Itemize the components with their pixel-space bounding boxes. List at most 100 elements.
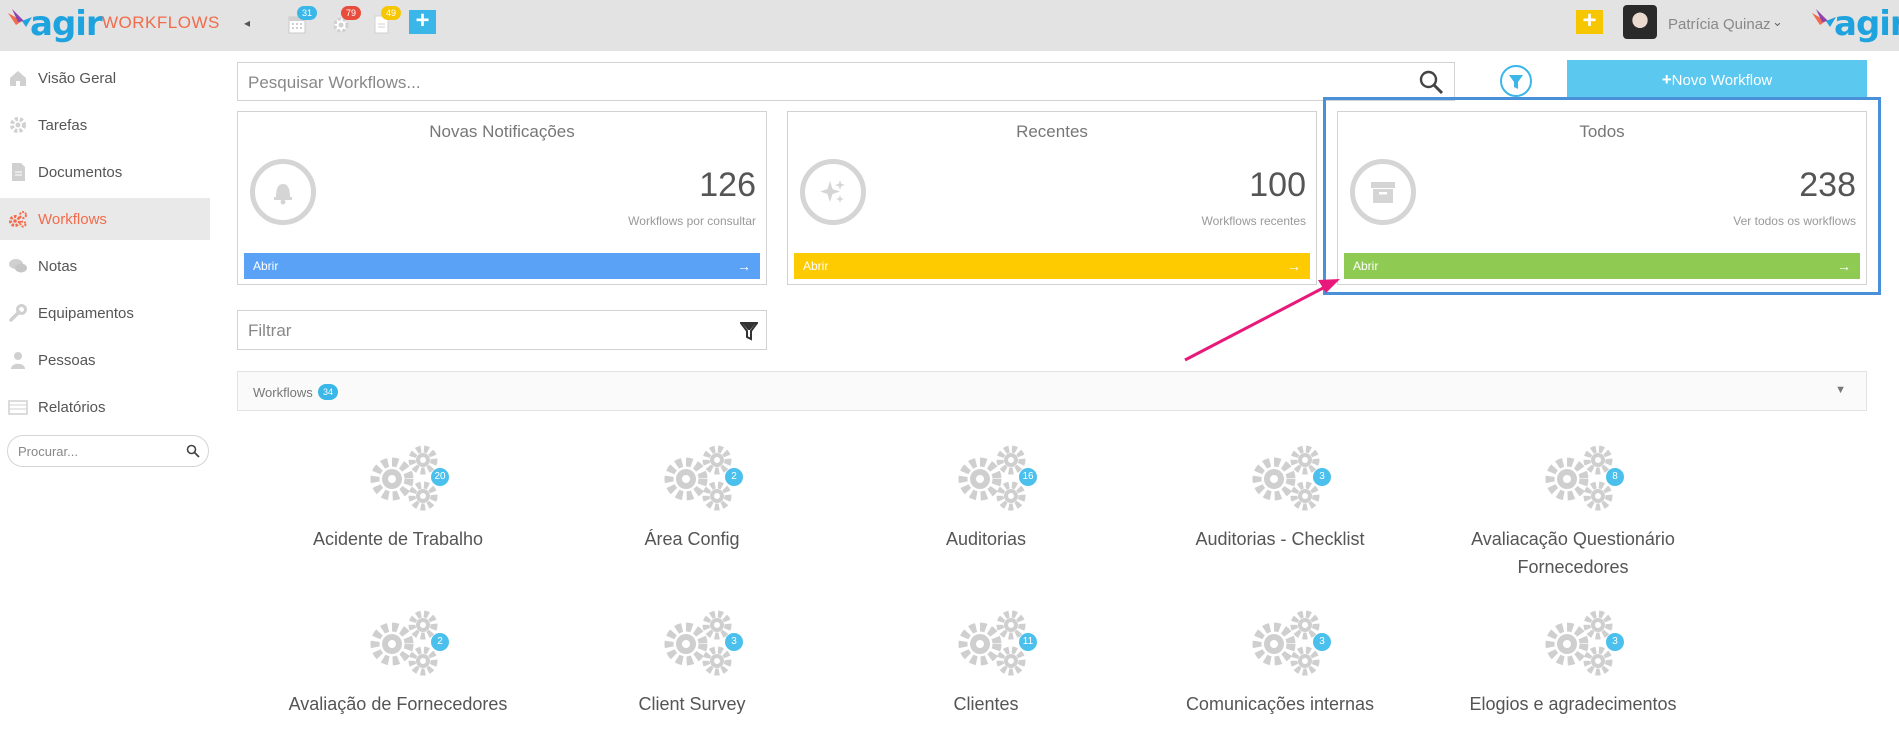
gear-icon [7, 114, 29, 136]
sidebar-item-visao-geral[interactable]: Visão Geral [0, 57, 210, 99]
agir-logo[interactable]: agir [6, 3, 103, 45]
plus-icon: + [1661, 70, 1672, 89]
workflow-name: Acidente de Trabalho [312, 529, 484, 549]
workflow-search [237, 62, 1455, 101]
workflow-name: Área Config [644, 529, 740, 549]
card-open-button[interactable]: Abrir → [1344, 253, 1860, 279]
funnel-icon [1509, 75, 1523, 89]
card-title: Novas Notificações [429, 122, 575, 141]
workflow-name: Avaliacação Questionário Fornecedores [1471, 529, 1675, 577]
workflow-count-badge: 3 [725, 633, 743, 651]
sidebar-item-notas[interactable]: Notas [0, 245, 210, 287]
sidebar: Visão Geral Tarefas Documentos Workflows… [0, 51, 210, 751]
quick-add-button[interactable]: + [409, 7, 436, 34]
bird-logo-icon [1810, 7, 1838, 41]
workflow-count-badge: 3 [1313, 468, 1331, 486]
arrow-right-icon: → [1287, 258, 1301, 274]
top-bar: agir WORKFLOWS ◂ 31 79 49 + + Patrícia Q… [0, 0, 1899, 51]
workflow-name: Auditorias [945, 529, 1027, 549]
sidebar-search [7, 435, 209, 467]
workflow-name: Comunicações internas [1185, 694, 1375, 714]
sidebar-item-documentos[interactable]: Documentos [0, 151, 210, 193]
sparkle-icon [800, 159, 866, 225]
workflow-count-badge: 16 [1019, 468, 1037, 486]
bell-icon [250, 159, 316, 225]
workflow-count-badge: 11 [1019, 633, 1037, 651]
workflow-count-badge: 8 [1606, 468, 1624, 486]
card-open-button[interactable]: Abrir → [244, 253, 760, 279]
documents-button[interactable]: 49 [372, 6, 401, 34]
workflow-count-badge: 3 [1313, 633, 1331, 651]
tasks-button[interactable]: 79 [332, 6, 361, 34]
card-recentes: Recentes 100 Workflows recentes Abrir → [787, 111, 1317, 285]
sidebar-search-input[interactable] [18, 442, 178, 460]
sidebar-item-relatorios[interactable]: Relatórios [0, 386, 210, 428]
workflow-count-badge: 3 [1606, 633, 1624, 651]
tasks-badge: 79 [341, 6, 361, 20]
card-todos: Todos 238 Ver todos os workflows Abrir → [1337, 111, 1867, 285]
filter-input[interactable] [248, 321, 718, 341]
bird-logo-icon [6, 7, 34, 41]
document-icon [7, 161, 29, 183]
wrench-icon [7, 302, 29, 324]
workflow-name: Clientes [953, 694, 1019, 714]
app-title: WORKFLOWS [102, 13, 220, 32]
chevron-down-icon[interactable]: ⌄ [1772, 14, 1783, 30]
sidebar-item-equipamentos[interactable]: Equipamentos [0, 292, 210, 334]
funnel-icon[interactable] [740, 321, 758, 341]
calendar-button[interactable]: 31 [288, 6, 317, 34]
workflow-item[interactable]: 2 Área Config [552, 445, 832, 595]
workflow-item[interactable]: 3 Client Survey [552, 610, 832, 751]
workflows-section-header[interactable]: Workflows 34 ▼ [237, 371, 1867, 411]
workflow-count-badge: 2 [431, 633, 449, 651]
collapse-sidebar-button[interactable]: ◂ [244, 16, 254, 30]
card-count: 100 [1249, 166, 1306, 204]
plus-icon: + [415, 7, 430, 34]
workflow-item[interactable]: 3 Comunicações internas [1140, 610, 1420, 751]
filter-toggle-button[interactable] [1500, 65, 1532, 97]
workflow-search-input[interactable] [248, 72, 1398, 94]
workflow-item[interactable]: 20 Acidente de Trabalho [258, 445, 538, 595]
report-icon [7, 396, 29, 418]
card-count: 238 [1799, 166, 1856, 204]
person-icon [7, 349, 29, 371]
search-icon[interactable] [1418, 69, 1444, 95]
workflows-icon [7, 208, 29, 230]
workflow-item[interactable]: 3 Auditorias - Checklist [1140, 445, 1420, 595]
arrow-right-icon: → [1837, 258, 1851, 274]
workflow-item[interactable]: 11 Clientes [846, 610, 1126, 751]
avatar[interactable] [1623, 5, 1657, 39]
workflow-item[interactable]: 3 Elogios e agradecimentos [1433, 610, 1713, 751]
workflow-name: Client Survey [638, 694, 746, 714]
logo-word: agir [1834, 4, 1899, 44]
sidebar-item-workflows[interactable]: Workflows [0, 198, 210, 240]
sidebar-item-tarefas[interactable]: Tarefas [0, 104, 210, 146]
user-name[interactable]: Patrícia Quinaz [1668, 16, 1771, 33]
card-subtitle: Ver todos os workflows [1733, 214, 1856, 228]
workflows-label: Workflows [253, 385, 313, 400]
workflow-item[interactable]: 16 Auditorias [846, 445, 1126, 595]
agir-logo-right: agir [1810, 3, 1899, 45]
workflow-item[interactable]: 8 Avaliacação Questionário Fornecedores [1433, 445, 1713, 595]
card-count: 126 [699, 166, 756, 204]
workflow-count-badge: 20 [431, 468, 449, 486]
filter-field [237, 310, 767, 350]
workflow-item[interactable]: 2 Avaliação de Fornecedores [258, 610, 538, 751]
search-icon[interactable] [186, 444, 200, 458]
card-subtitle: Workflows por consultar [628, 214, 756, 228]
logo-word: agir [30, 4, 103, 44]
workflows-count-badge: 34 [318, 384, 338, 400]
card-title: Recentes [1016, 122, 1088, 141]
workflow-count-badge: 2 [725, 468, 743, 486]
create-button[interactable]: + [1576, 9, 1603, 34]
arrow-right-icon: → [737, 258, 751, 274]
card-subtitle: Workflows recentes [1201, 214, 1306, 228]
workflow-name: Elogios e agradecimentos [1469, 694, 1677, 714]
card-open-button[interactable]: Abrir → [794, 253, 1310, 279]
documents-badge: 49 [381, 6, 401, 20]
sidebar-item-pessoas[interactable]: Pessoas [0, 339, 210, 381]
home-icon [7, 67, 29, 89]
caret-down-icon[interactable]: ▼ [1835, 384, 1846, 396]
new-workflow-button[interactable]: +Novo Workflow [1567, 60, 1867, 100]
workflow-name: Auditorias - Checklist [1195, 529, 1365, 549]
